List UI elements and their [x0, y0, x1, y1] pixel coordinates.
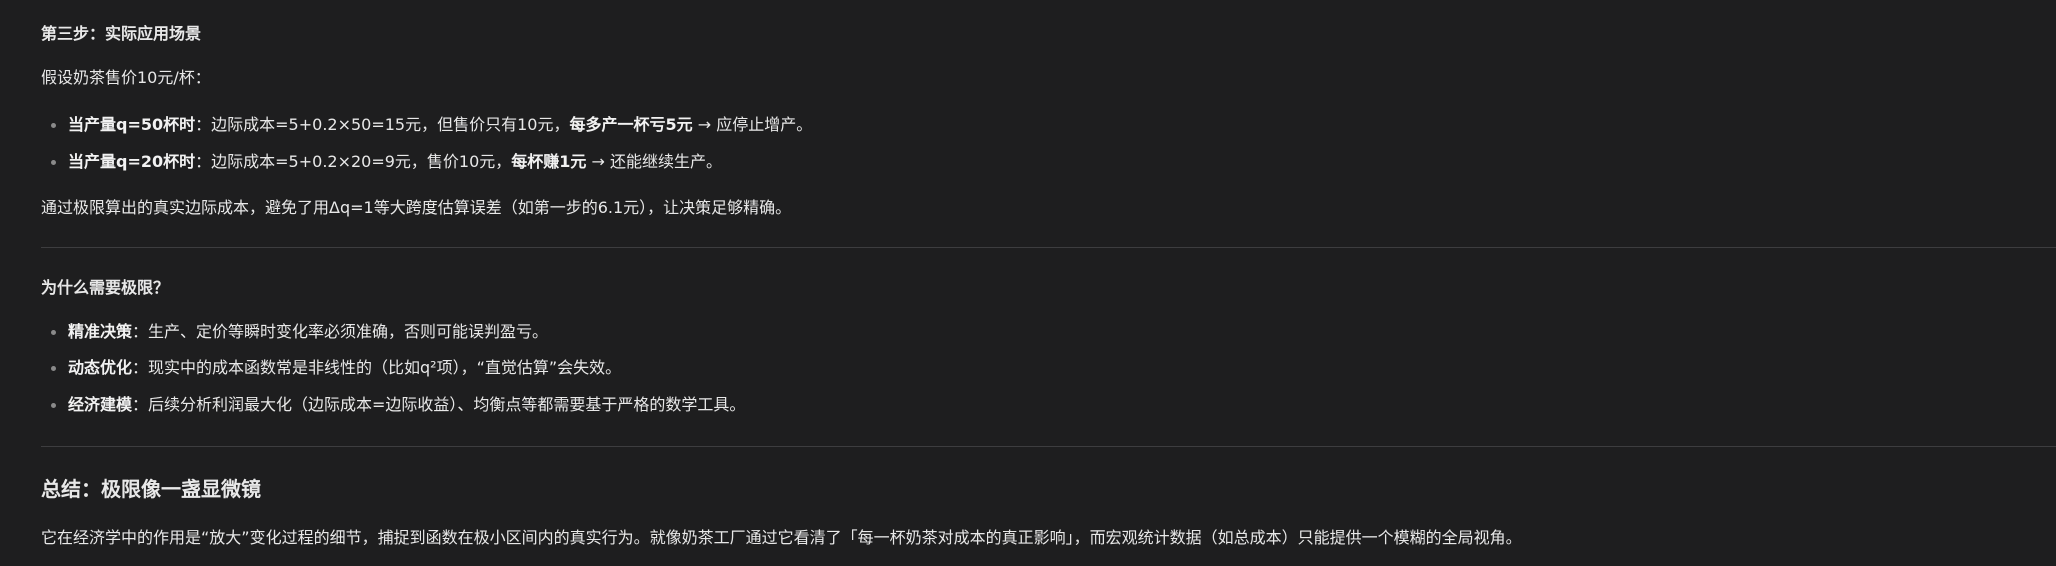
divider — [41, 247, 2056, 248]
list-item: 当产量q=50杯时：边际成本=5+0.2×50=15元，但售价只有10元，每多产… — [41, 113, 812, 137]
bullet-icon — [51, 366, 56, 371]
bullet-text-2: → 应停止增产。 — [692, 115, 813, 134]
bullet-bold: 精准决策 — [68, 322, 133, 341]
bullet-bold: 当产量q=50杯时 — [68, 115, 196, 134]
divider — [41, 446, 2056, 447]
bullet-text: ：后续分析利润最大化（边际成本=边际收益）、均衡点等都需要基于严格的数学工具。 — [132, 395, 746, 414]
conclusion-text: 它在经济学中的作用是“放大”变化过程的细节，捕捉到函数在极小区间内的真实行为。就… — [41, 528, 1522, 547]
list-item: 当产量q=20杯时：边际成本=5+0.2×20=9元，售价10元，每杯赚1元 →… — [41, 150, 722, 174]
list-item: 动态优化：现实中的成本函数常是非线性的（比如q²项），“直觉估算”会失效。 — [41, 356, 621, 380]
bullet-icon — [51, 330, 56, 335]
bullet-bold-2: 每多产一杯亏5元 — [569, 115, 693, 134]
bullet-icon — [51, 123, 56, 128]
step3-summary: 通过极限算出的真实边际成本，避免了用Δq=1等大跨度估算误差（如第一步的6.1元… — [41, 198, 792, 217]
section-heading-conclusion: 总结：极限像一盏显微镜 — [41, 477, 261, 501]
step3-intro: 假设奶茶售价10元/杯： — [41, 68, 211, 87]
bullet-text: ：现实中的成本函数常是非线性的（比如q²项），“直觉估算”会失效。 — [132, 358, 622, 377]
list-item: 精准决策：生产、定价等瞬时变化率必须准确，否则可能误判盈亏。 — [41, 320, 548, 344]
bullet-text: ：生产、定价等瞬时变化率必须准确，否则可能误判盈亏。 — [132, 322, 549, 341]
bullet-icon — [51, 160, 56, 165]
bullet-text: ：边际成本=5+0.2×50=15元，但售价只有10元， — [195, 115, 570, 134]
section-heading-step3: 第三步：实际应用场景 — [41, 24, 202, 43]
section-heading-why: 为什么需要极限？ — [41, 278, 170, 297]
bullet-text: ：边际成本=5+0.2×20=9元，售价10元， — [195, 152, 512, 171]
bullet-bold: 动态优化 — [68, 358, 133, 377]
bullet-icon — [51, 403, 56, 408]
bullet-bold: 当产量q=20杯时 — [68, 152, 196, 171]
bullet-bold-2: 每杯赚1元 — [511, 152, 587, 171]
bullet-bold: 经济建模 — [68, 395, 133, 414]
list-item: 经济建模：后续分析利润最大化（边际成本=边际收益）、均衡点等都需要基于严格的数学… — [41, 393, 745, 417]
bullet-text-2: → 还能继续生产。 — [586, 152, 723, 171]
